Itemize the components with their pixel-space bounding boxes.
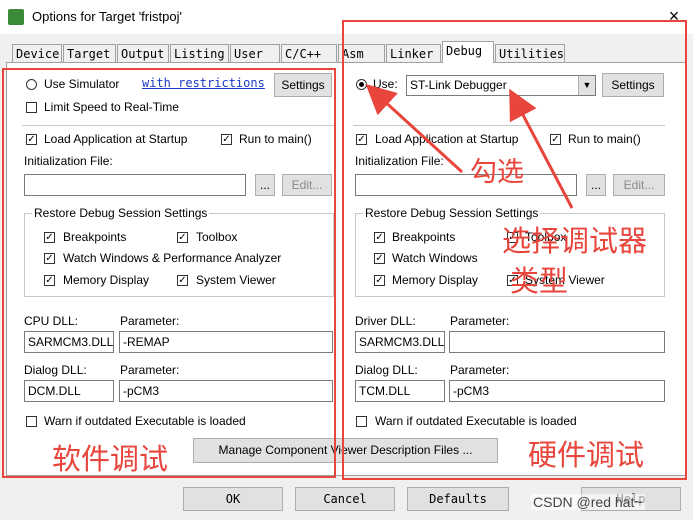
annotation-check: 勾选 [470, 157, 524, 187]
defaults-button[interactable]: Defaults [407, 487, 509, 511]
annotation-hardware-debug: 硬件调试 [528, 440, 645, 472]
annotation-software-debug: 软件调试 [52, 444, 169, 476]
csdn-watermark: CSDN @red hat~ [531, 494, 645, 510]
annotation-select-type-2: 类型 [510, 266, 569, 298]
annotation-select-type-1: 选择调试器 [502, 226, 648, 258]
ok-button[interactable]: OK [183, 487, 283, 511]
cancel-button[interactable]: Cancel [295, 487, 395, 511]
tab-debug[interactable]: Debug [442, 41, 494, 63]
arrow-to-use-radio [365, 83, 464, 174]
